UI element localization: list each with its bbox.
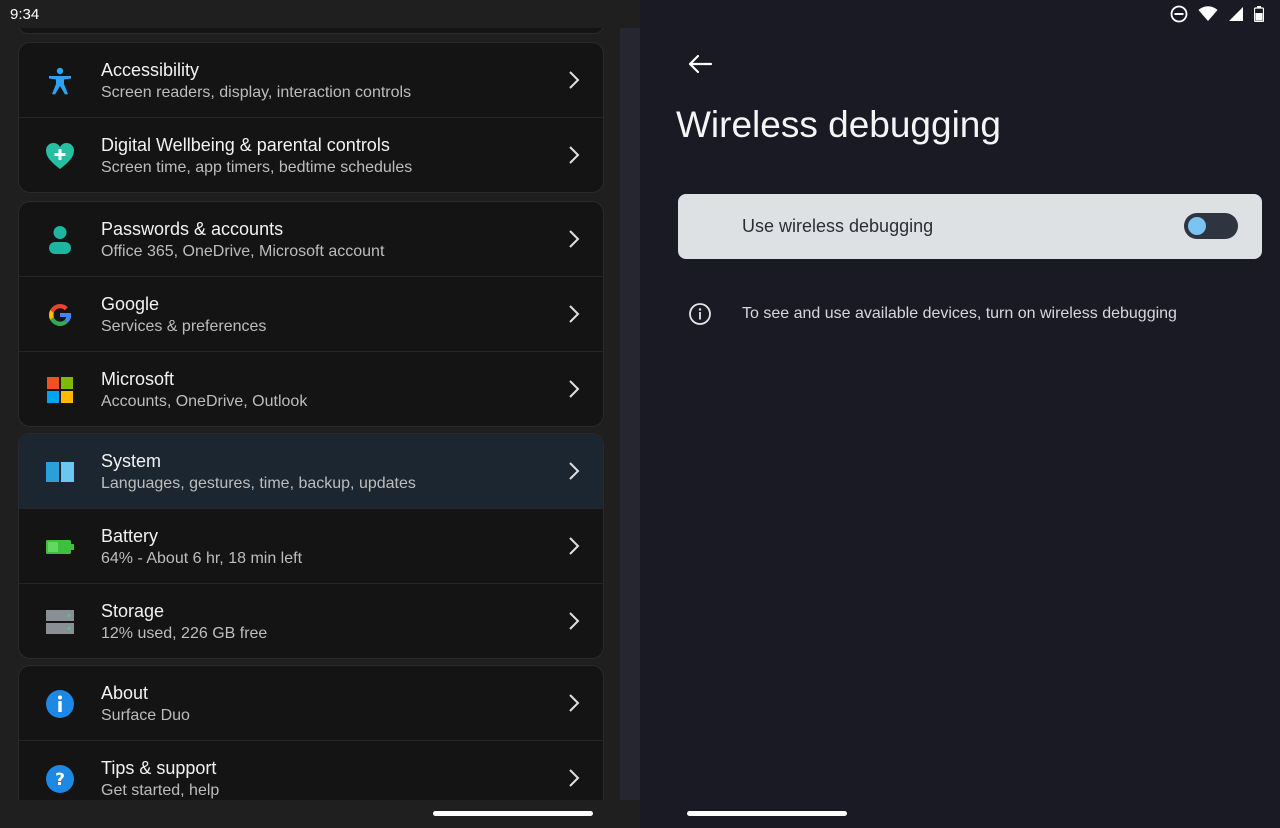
page-title: Wireless debugging	[676, 104, 1001, 145]
chevron-right-icon	[569, 230, 580, 248]
settings-group-1: Accessibility Screen readers, display, i…	[18, 42, 604, 193]
settings-scrollbar[interactable]	[620, 28, 640, 800]
settings-item-subtitle: Screen readers, display, interaction con…	[101, 84, 412, 101]
settings-item-microsoft[interactable]: Microsoft Accounts, OneDrive, Outlook	[19, 351, 603, 426]
settings-item-digital-wellbeing[interactable]: Digital Wellbeing & parental controls Sc…	[19, 117, 603, 192]
settings-item-title: System	[101, 451, 162, 471]
settings-item-title: About	[101, 683, 149, 703]
settings-item-subtitle: Get started, help	[101, 782, 220, 799]
settings-item-tips-support[interactable]: ? Tips & support Get started, help	[19, 740, 603, 800]
info-circle-icon	[45, 689, 75, 719]
settings-item-title: Passwords & accounts	[101, 219, 284, 239]
wireless-debugging-switch[interactable]	[1184, 213, 1238, 239]
battery-icon	[45, 532, 75, 562]
settings-item-title: Tips & support	[101, 758, 217, 778]
settings-item-subtitle: Surface Duo	[101, 707, 190, 724]
svg-text:?: ?	[55, 770, 65, 790]
settings-item-subtitle: 12% used, 226 GB free	[101, 625, 268, 642]
chevron-right-icon	[569, 146, 580, 164]
settings-item-title: Microsoft	[101, 369, 175, 389]
google-icon	[45, 300, 75, 330]
chevron-right-icon	[569, 71, 580, 89]
cell-signal-icon	[1229, 7, 1243, 21]
settings-list[interactable]: Accessibility Screen readers, display, i…	[0, 28, 620, 800]
use-wireless-debugging-toggle-row[interactable]: Use wireless debugging	[678, 194, 1262, 259]
wifi-icon	[1198, 6, 1218, 21]
toggle-label: Use wireless debugging	[742, 216, 934, 236]
battery-status-icon	[1254, 6, 1264, 22]
chevron-right-icon	[569, 694, 580, 712]
settings-item-title: Storage	[101, 601, 165, 621]
settings-item-title: Google	[101, 294, 160, 314]
settings-item-battery[interactable]: Battery 64% - About 6 hr, 18 min left	[19, 508, 603, 583]
settings-item-title: Digital Wellbeing & parental controls	[101, 135, 390, 155]
settings-group-2: Passwords & accounts Office 365, OneDriv…	[18, 201, 604, 427]
settings-item-system[interactable]: System Languages, gestures, time, backup…	[19, 434, 603, 508]
chevron-right-icon	[569, 305, 580, 323]
help-circle-icon: ?	[45, 764, 75, 794]
settings-pane: Accessibility Screen readers, display, i…	[0, 0, 640, 828]
settings-item-subtitle: Screen time, app timers, bedtime schedul…	[101, 159, 413, 176]
microsoft-logo-icon	[45, 375, 75, 405]
gesture-bar-left[interactable]	[433, 811, 593, 816]
settings-group-3: System Languages, gestures, time, backup…	[18, 433, 604, 659]
chevron-right-icon	[569, 537, 580, 555]
settings-item-title: Accessibility	[101, 60, 200, 80]
chevron-right-icon	[569, 462, 580, 480]
chevron-right-icon	[569, 380, 580, 398]
settings-item-passwords-accounts[interactable]: Passwords & accounts Office 365, OneDriv…	[19, 202, 603, 276]
info-message: To see and use available devices, turn o…	[742, 305, 1177, 322]
status-time: 9:34	[10, 6, 40, 23]
status-bar: 9:34	[0, 0, 1280, 28]
settings-item-subtitle: Office 365, OneDrive, Microsoft account	[101, 243, 385, 260]
gesture-bar-right[interactable]	[687, 811, 847, 816]
storage-icon	[45, 607, 75, 637]
settings-item-subtitle: Languages, gestures, time, backup, updat…	[101, 475, 416, 492]
settings-item-accessibility[interactable]: Accessibility Screen readers, display, i…	[19, 43, 603, 117]
wireless-debugging-pane: Wireless debugging Use wireless debuggin…	[640, 0, 1280, 828]
settings-item-google[interactable]: Google Services & preferences	[19, 276, 603, 351]
settings-item-about[interactable]: About Surface Duo	[19, 666, 603, 740]
chevron-right-icon	[569, 769, 580, 787]
do-not-disturb-icon	[1170, 5, 1188, 23]
settings-item-subtitle: Services & preferences	[101, 318, 267, 335]
chevron-right-icon	[569, 612, 580, 630]
status-icons	[1170, 5, 1264, 23]
account-person-icon	[45, 225, 75, 255]
info-outline-icon	[689, 303, 711, 325]
settings-group-partial	[18, 28, 604, 34]
settings-item-subtitle: 64% - About 6 hr, 18 min left	[101, 550, 303, 567]
settings-item-title: Battery	[101, 526, 159, 546]
accessibility-icon	[45, 66, 75, 96]
switch-knob	[1188, 217, 1206, 235]
settings-group-4: About Surface Duo ? Tips & support Get s…	[18, 665, 604, 800]
system-dual-screen-icon	[45, 457, 75, 487]
wellbeing-heart-icon	[45, 141, 75, 171]
settings-item-storage[interactable]: Storage 12% used, 226 GB free	[19, 583, 603, 658]
settings-item-subtitle: Accounts, OneDrive, Outlook	[101, 393, 308, 410]
back-arrow-icon[interactable]	[684, 48, 716, 80]
